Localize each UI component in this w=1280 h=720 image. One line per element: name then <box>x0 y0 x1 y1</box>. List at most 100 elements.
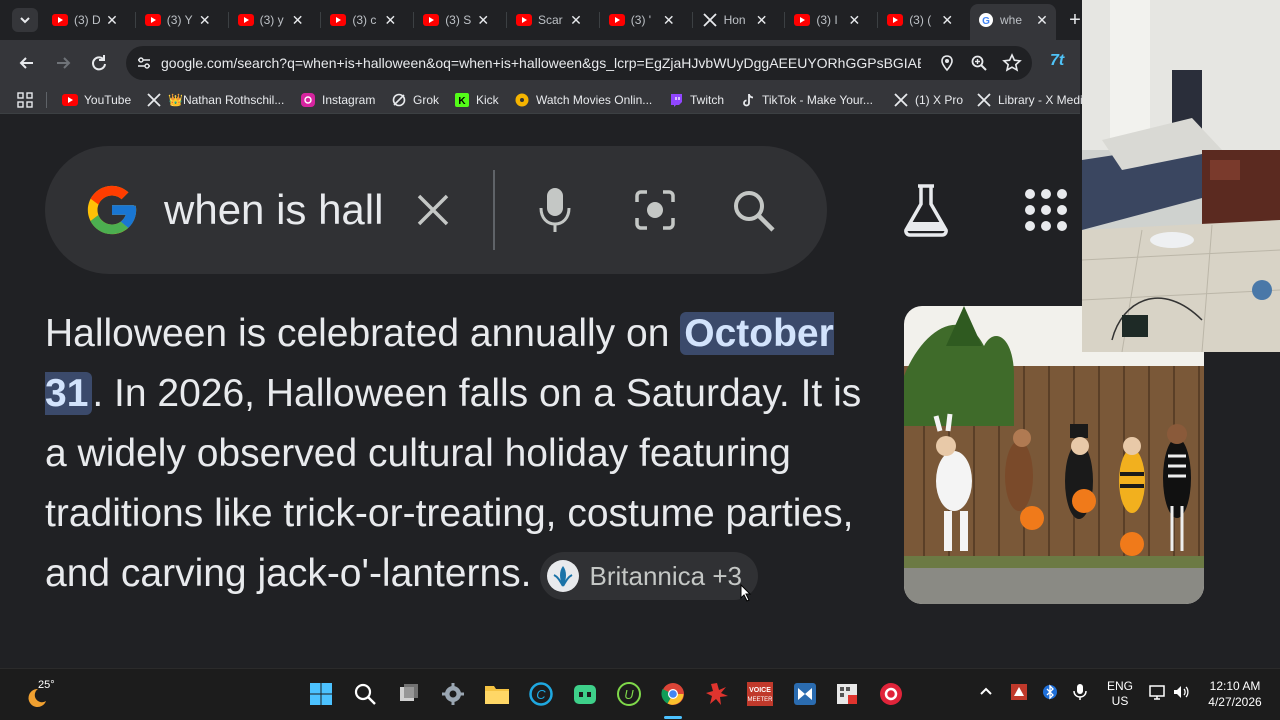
tab-search-button[interactable] <box>12 8 38 32</box>
search-query-text[interactable]: when is hall <box>164 186 383 234</box>
upwork-app[interactable]: U <box>616 681 642 707</box>
clear-icon[interactable] <box>415 192 451 228</box>
chrome-app[interactable] <box>660 681 686 707</box>
labs-flask-icon[interactable] <box>900 182 952 238</box>
tab[interactable]: (3) Y ✕ <box>144 8 213 32</box>
url-text[interactable]: google.com/search?q=when+is+halloween&oq… <box>161 55 921 71</box>
bookmark-item[interactable]: Watch Movies Onlin... <box>514 91 652 109</box>
google-apps-icon[interactable] <box>1024 188 1068 232</box>
reload-button[interactable] <box>86 50 112 76</box>
bookmark-item[interactable]: YouTube <box>62 91 131 109</box>
grid-app-icon <box>837 684 857 704</box>
network-button[interactable] <box>1148 683 1166 704</box>
bookmark-item[interactable]: (1) X Pro <box>893 91 963 109</box>
tab-title: (3) D <box>74 13 100 27</box>
tab-favicon <box>702 12 718 28</box>
ccleaner-app[interactable]: C <box>528 681 554 707</box>
svg-text:G: G <box>982 16 990 27</box>
bookmark-item[interactable]: TikTok - Make Your... <box>740 91 873 109</box>
tab[interactable]: (3) D ✕ <box>52 8 120 32</box>
tab-close-icon[interactable]: ✕ <box>197 12 213 28</box>
voicemeeter-app[interactable]: VOICE MEETER <box>746 681 774 707</box>
svg-text:U: U <box>624 687 634 702</box>
site-info-icon[interactable] <box>136 55 152 71</box>
settings-app[interactable] <box>440 681 466 707</box>
app-icon-blue[interactable] <box>792 681 818 707</box>
reload-icon <box>92 55 106 71</box>
app-icon-red-star[interactable] <box>704 681 730 707</box>
tab[interactable]: (3) c ✕ <box>330 8 398 32</box>
bookmark-star-icon[interactable] <box>1002 53 1022 73</box>
tab-separator <box>598 12 600 28</box>
source-chip[interactable]: Britannica +3 <box>539 551 758 600</box>
tab[interactable]: (3) y ✕ <box>237 8 306 32</box>
language-indicator[interactable]: ENG US <box>1102 679 1138 709</box>
extension-icon[interactable]: 7t <box>1050 52 1072 74</box>
bookmark-item[interactable]: 👑Nathan Rothschil... <box>146 91 284 109</box>
app-icon-red-circle[interactable] <box>878 681 904 707</box>
tab-close-icon[interactable]: ✕ <box>104 12 120 28</box>
tab-close-icon[interactable]: ✕ <box>382 12 398 28</box>
zoom-icon[interactable] <box>970 54 988 72</box>
windows-taskbar: 25° C U VOICE MEETER ENG US 12:10 AM 4/2… <box>0 668 1280 720</box>
apps-grid-icon[interactable] <box>17 92 33 108</box>
microphone-tray-button[interactable] <box>1072 683 1088 704</box>
microphone-icon[interactable] <box>537 186 573 234</box>
bookmark-item[interactable]: Instagram <box>300 91 375 109</box>
tab-close-icon[interactable]: ✕ <box>475 12 491 28</box>
weather-widget[interactable]: 25° <box>24 679 64 711</box>
youtube-icon <box>516 14 532 26</box>
tab[interactable]: (3) S ✕ <box>423 8 491 32</box>
tray-app-red[interactable] <box>1010 683 1028 704</box>
bookmark-item[interactable]: Grok <box>391 91 439 109</box>
clock[interactable]: 12:10 AM 4/27/2026 <box>1200 678 1270 710</box>
bookmark-favicon <box>976 92 992 108</box>
app-icon-grid[interactable] <box>834 681 860 707</box>
ai-answer-text: Halloween is celebrated annually on Octo… <box>45 304 875 604</box>
task-view-icon <box>400 684 418 701</box>
back-button[interactable] <box>14 50 40 76</box>
tab-close-icon[interactable]: ✕ <box>939 12 955 28</box>
youtube-icon <box>794 14 811 26</box>
taskbar-search-button[interactable] <box>352 681 378 707</box>
tab[interactable]: Hon ✕ <box>702 8 770 32</box>
tab-active[interactable]: Gwhe ✕ <box>978 8 1050 32</box>
tab-close-icon[interactable]: ✕ <box>754 12 770 28</box>
bookmark-item[interactable]: Library - X Medi <box>976 91 1083 109</box>
tab-close-icon[interactable]: ✕ <box>846 12 862 28</box>
bookmark-label: (1) X Pro <box>915 93 964 107</box>
tab[interactable]: (3) I ✕ <box>794 8 862 32</box>
tab-title: (3) c <box>352 13 377 27</box>
tab-close-icon[interactable]: ✕ <box>568 12 584 28</box>
address-bar[interactable]: google.com/search?q=when+is+halloween&oq… <box>126 46 1032 80</box>
bookmark-item[interactable]: Twitch <box>668 91 724 109</box>
tab-close-icon[interactable]: ✕ <box>661 12 677 28</box>
twitch-icon <box>671 94 682 107</box>
volume-button[interactable] <box>1172 683 1190 704</box>
bookmark-label: 👑Nathan Rothschil... <box>168 93 285 107</box>
show-hidden-icons-button[interactable] <box>978 683 994 702</box>
forward-button[interactable] <box>50 50 76 76</box>
x-icon <box>147 93 161 107</box>
chevron-down-icon <box>20 17 30 24</box>
chevron-up-icon <box>980 687 992 695</box>
bookmark-item[interactable]: K Kick <box>454 91 499 109</box>
tab-close-icon[interactable]: ✕ <box>290 12 306 28</box>
bluetooth-button[interactable] <box>1042 683 1058 704</box>
tab-close-icon[interactable]: ✕ <box>1034 12 1050 28</box>
tab[interactable]: (3) (✕ <box>887 8 955 32</box>
bookmark-favicon <box>62 92 78 108</box>
youtube-icon <box>423 14 440 26</box>
search-box[interactable]: when is hall <box>45 146 827 274</box>
start-button[interactable] <box>308 681 334 707</box>
tab[interactable]: Scar ✕ <box>516 8 584 32</box>
robot-app-icon <box>574 685 596 704</box>
camera-lens-icon[interactable] <box>631 186 679 234</box>
tab[interactable]: (3) ' ✕ <box>608 8 677 32</box>
file-explorer-app[interactable] <box>484 681 510 707</box>
source-chip-label: Britannica +3 <box>589 560 742 591</box>
location-pin-icon[interactable] <box>938 54 956 72</box>
search-icon[interactable] <box>729 186 777 234</box>
app-icon-green[interactable] <box>572 681 598 707</box>
task-view-button[interactable] <box>396 681 422 707</box>
